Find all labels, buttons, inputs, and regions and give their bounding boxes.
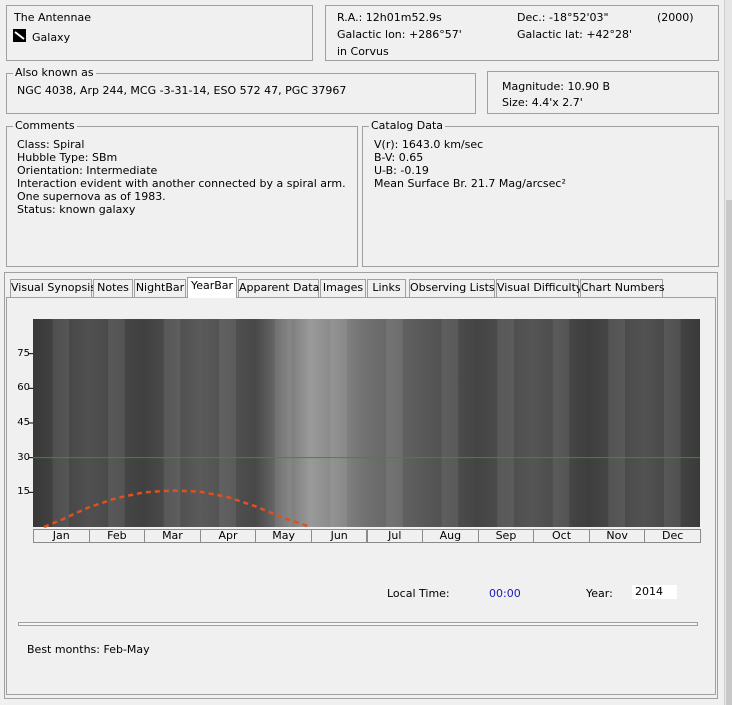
tab-chart-numbers[interactable]: Chart Numbers — [580, 279, 665, 297]
comment-line: Hubble Type: SBm — [17, 151, 118, 164]
tab-links[interactable]: Links — [367, 279, 406, 297]
galactic-lon-value: +286°57' — [409, 28, 462, 41]
galactic-lat-label: Galactic lat: — [517, 28, 583, 41]
epoch: (2000) — [657, 11, 694, 24]
galactic-lon-label: Galactic lon: — [337, 28, 406, 41]
tab-observing-lists[interactable]: Observing Lists — [409, 279, 495, 297]
month-label: Apr — [199, 529, 257, 543]
month-label: Jan — [33, 529, 90, 543]
month-label: Mar — [144, 529, 201, 543]
tab-nightbar[interactable]: NightBar — [134, 279, 186, 297]
tab-visual-difficulty[interactable]: Visual Difficulty — [496, 279, 582, 297]
local-time-label: Local Time: — [387, 587, 450, 600]
month-label: Feb — [88, 529, 146, 543]
object-type: Galaxy — [32, 31, 71, 44]
comment-line: Orientation: Intermediate — [17, 164, 158, 177]
comment-line: Status: known galaxy — [17, 203, 136, 216]
object-name-box: The Antennae Galaxy — [6, 5, 313, 61]
comments-title: Comments — [13, 119, 77, 132]
galactic-lat-value: +42°28' — [586, 28, 633, 41]
year-input[interactable]: 2014 — [632, 585, 677, 599]
separator — [18, 622, 698, 626]
magnitude-box: Magnitude: 10.90 B Size: 4.4'x 2.7' — [487, 71, 719, 114]
month-label: Dec — [644, 529, 701, 543]
tab-apparent-data[interactable]: Apparent Data — [238, 279, 319, 297]
tab-notes[interactable]: Notes — [93, 279, 133, 297]
size: Size: 4.4'x 2.7' — [502, 96, 583, 109]
object-name: The Antennae — [14, 11, 91, 24]
catalog-group: Catalog Data V(r): 1643.0 km/sec B-V: 0.… — [362, 119, 719, 267]
catalog-title: Catalog Data — [369, 119, 446, 132]
dec-label: Dec.: — [517, 11, 546, 24]
month-label: Jul — [366, 529, 424, 543]
year-label: Year: — [586, 587, 613, 600]
tab-visual-synopsis[interactable]: Visual Synopsis — [10, 279, 96, 297]
constellation: in Corvus — [337, 45, 389, 58]
aka-title: Also known as — [13, 66, 96, 79]
best-months: Best months: Feb-May — [27, 643, 150, 656]
comment-line: One supernova as of 1983. — [17, 190, 166, 203]
magnitude: Magnitude: 10.90 B — [502, 80, 611, 93]
dec-value: -18°52'03" — [549, 11, 609, 24]
tab-images[interactable]: Images — [320, 279, 366, 297]
month-label: Jun — [310, 529, 368, 543]
comment-line: Class: Spiral — [17, 138, 85, 151]
month-label: Aug — [422, 529, 479, 543]
y-tick-label: 15 — [17, 486, 30, 498]
month-label: Oct — [533, 529, 590, 543]
month-label: Sep — [477, 529, 535, 543]
coordinates-box: R.A.: 12h01m52.9s Dec.: -18°52'03" (2000… — [325, 5, 719, 61]
month-label: Nov — [588, 529, 646, 543]
comments-text: Class: Spiral Hubble Type: SBm Orientati… — [17, 138, 346, 216]
scrollbar-thumb[interactable] — [726, 200, 732, 705]
y-tick-label: 30 — [17, 451, 30, 463]
y-tick-label: 45 — [17, 417, 30, 428]
tab-yearbar[interactable]: YearBar — [187, 277, 237, 298]
catalog-line: Mean Surface Br. 21.7 Mag/arcsec² — [374, 177, 566, 190]
y-tick-label: 75 — [17, 347, 30, 359]
yearbar-panel — [6, 297, 716, 695]
local-time-value[interactable]: 00:00 — [489, 587, 521, 600]
galaxy-icon — [13, 29, 26, 42]
ra-label: R.A.: — [337, 11, 363, 24]
vertical-scrollbar[interactable] — [724, 0, 732, 705]
comments-group: Comments Class: Spiral Hubble Type: SBm … — [6, 119, 358, 267]
month-label: May — [255, 529, 312, 543]
ra-value: 12h01m52.9s — [365, 11, 442, 24]
catalog-text: V(r): 1643.0 km/sec B-V: 0.65 U-B: -0.19… — [374, 138, 566, 190]
catalog-line: B-V: 0.65 — [374, 151, 424, 164]
y-tick-label: 60 — [17, 382, 30, 394]
catalog-line: U-B: -0.19 — [374, 164, 429, 177]
aka-text: NGC 4038, Arp 244, MCG -3-31-14, ESO 572… — [17, 84, 347, 97]
aka-group: Also known as NGC 4038, Arp 244, MCG -3-… — [6, 66, 476, 114]
catalog-line: V(r): 1643.0 km/sec — [374, 138, 484, 151]
comment-line: Interaction evident with another connect… — [17, 177, 346, 190]
